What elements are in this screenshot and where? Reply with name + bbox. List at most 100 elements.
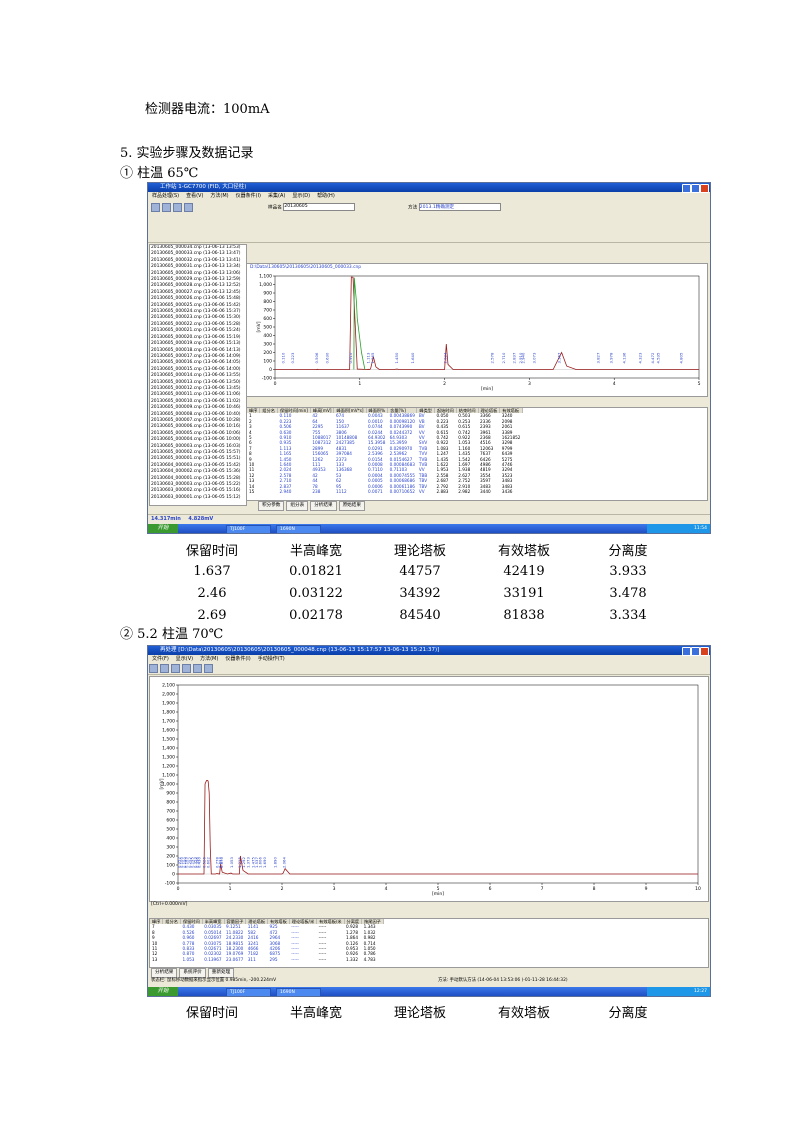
table-row[interactable]: 13 1.053 0.13967 23.0677 311 295 ----- ----- 1.3…	[150, 957, 383, 962]
peak-label: 3.367	[557, 352, 562, 363]
system-eval-table: 峰序 组分名 保留时间 半高峰宽 容量因子 理论塔板 有效塔板 理论塔板/米 有效塔板/米 分离度…	[149, 918, 709, 968]
tab-2[interactable]: 分析结果	[310, 501, 337, 511]
file-list-item[interactable]: 20130605_000023.cnp (13-06-06 15:30)	[151, 315, 246, 321]
y-tick-label: 1,900	[162, 701, 175, 707]
file-list-item[interactable]: 20130605_000004.cnp (13-06-06 10:00)	[151, 437, 246, 443]
peak-label: 4.136	[622, 352, 627, 363]
minimize-icon[interactable]	[682, 184, 691, 193]
x-tick-label: 1	[229, 886, 232, 892]
table-cell: 24.2330	[226, 935, 244, 941]
tab-3[interactable]: 原始结果	[338, 501, 365, 511]
file-list-item[interactable]: 20130605_000016.cnp (13-06-06 14:05)	[151, 360, 246, 366]
save-icon[interactable]	[162, 203, 171, 212]
screenshot-1: 工作站 1-GC7700 (FID, 大口径柱) 样品处理(S) 查看(V) 方法(…	[147, 182, 711, 534]
menu-item-0[interactable]: 样品处理(S)	[152, 193, 179, 199]
summary-cell: 33191	[503, 585, 545, 601]
results-table: 峰序 组分名 保留时间 半高峰宽 容量因子 理论塔板 有效塔板 理论塔板/米 有效塔板/米 分离度…	[150, 919, 384, 962]
tab-1[interactable]: 组分表	[286, 501, 309, 511]
peak-label: 1.890	[272, 857, 277, 868]
minimize-icon[interactable]	[682, 647, 691, 656]
method-label: 方法	[408, 205, 418, 211]
y-tick-label: 100	[263, 359, 272, 365]
menu-item-5[interactable]: 显示(D)	[292, 193, 310, 199]
y-tick-label: 2,100	[162, 683, 175, 689]
menu-item-4[interactable]: 采集(A)	[268, 193, 285, 199]
peak-label: 1.640	[410, 352, 415, 363]
table-cell: 4.783	[363, 956, 376, 962]
peak-label: 2.024	[443, 352, 448, 363]
chart-file-path: D:\Data\130605\20130605\20130605_000033.…	[250, 265, 362, 270]
save-icon[interactable]	[160, 664, 169, 673]
file-list-item[interactable]: 20130604_000002.cnp (13-06-05 15:36)	[151, 469, 246, 475]
file-list-item[interactable]: 20130605_000019.cnp (13-06-06 15:13)	[151, 341, 246, 347]
open-icon[interactable]	[149, 664, 158, 673]
start-button[interactable]: 开始	[148, 987, 178, 996]
y-tick-label: 1,300	[162, 755, 175, 761]
y-tick-label: 1,500	[162, 737, 175, 743]
print-icon[interactable]	[173, 203, 182, 212]
close-icon[interactable]	[700, 647, 709, 656]
file-list-item[interactable]: 20130605_000001.cnp (13-06-05 15:51)	[151, 456, 246, 462]
file-list-item[interactable]: 20130605_000013.cnp (13-06-06 13:50)	[151, 380, 246, 386]
table-cell: 23.0677	[226, 956, 244, 962]
menu-item-1[interactable]: 查看(V)	[186, 193, 203, 199]
settings-icon[interactable]	[184, 203, 193, 212]
menu-item-2[interactable]: 方法(M)	[210, 193, 228, 199]
menu-item-1[interactable]: 显示(V)	[176, 656, 193, 662]
menu-item-6[interactable]: 帮助(H)	[317, 193, 335, 199]
tab-0[interactable]: 积分参数	[258, 501, 285, 511]
open-icon[interactable]	[151, 203, 160, 212]
file-list-item[interactable]: 20130605_000026.cnp (13-06-06 15:48)	[151, 296, 246, 302]
file-list-item[interactable]: 20130605_000009.cnp (13-06-06 10:46)	[151, 405, 246, 411]
menu-item-4[interactable]: 手动操作(T)	[258, 656, 285, 662]
maximize-icon[interactable]	[691, 184, 700, 193]
y-tick-label: 1,400	[162, 746, 175, 752]
file-list-item[interactable]: 20130605_000031.cnp (13-06-13 13:34)	[151, 264, 246, 270]
column-header[interactable]: 组分名	[162, 919, 181, 925]
file-list-item[interactable]: 20130605_000018.cnp (13-06-06 14:13)	[151, 348, 246, 354]
redo-icon[interactable]	[204, 664, 213, 673]
x-tick-label: 9	[645, 886, 648, 892]
print-icon[interactable]	[171, 664, 180, 673]
table-cell: 1.332	[346, 956, 359, 962]
taskbar: 开始 TJ100F 1690N 11:54	[148, 524, 710, 533]
y-tick-label: 1,800	[162, 710, 175, 716]
method-field[interactable]: 2013.1精确测定	[418, 203, 501, 211]
peak-label: 3.073	[532, 352, 537, 363]
menu-item-3[interactable]: 仪器条件(I)	[236, 193, 261, 199]
taskbar-item-1690n[interactable]: 1690N	[276, 988, 321, 996]
file-list-item[interactable]: 20130605_000028.cnp (13-06-13 12:52)	[151, 283, 246, 289]
close-icon[interactable]	[700, 184, 709, 193]
taskbar-item-tj100f[interactable]: TJ100F	[226, 988, 271, 996]
screenshot-2: 再处理 [D:\Data\20130605\20130605\20130605_…	[147, 645, 711, 997]
file-list-item[interactable]: 20130603_000001.cnp (13-06-05 15:12)	[151, 495, 246, 501]
start-button[interactable]: 开始	[148, 524, 178, 533]
menu-item-2[interactable]: 方法(M)	[200, 656, 218, 662]
file-list-item[interactable]: 20130605_000006.cnp (13-06-06 10:16)	[151, 424, 246, 430]
file-list-item[interactable]: 20130605_000011.cnp (13-06-06 11:06)	[151, 392, 246, 398]
maximize-icon[interactable]	[691, 647, 700, 656]
x-tick-label: 10	[695, 886, 701, 892]
summary-cell: 0.02178	[289, 607, 343, 623]
results-table: 峰序 组分名 保留时间[min] 峰高[mV] 峰面积[mV*s] 峰面积% 含量[%] 峰类…	[247, 408, 523, 495]
zoom-icon[interactable]	[182, 664, 191, 673]
menu-item-0[interactable]: 文件(F)	[152, 656, 169, 662]
file-list-item[interactable]: 20130605_000014.cnp (13-06-06 13:55)	[151, 373, 246, 379]
table-cell: 2.982	[458, 489, 471, 495]
file-list-item[interactable]: 20130605_000021.cnp (13-06-06 15:24)	[151, 328, 246, 334]
menu-item-3[interactable]: 仪器条件(I)	[225, 656, 250, 662]
taskbar-item-1690n[interactable]: 1690N	[276, 525, 321, 533]
x-tick-label: 0	[177, 886, 180, 892]
file-list-item[interactable]: 20130605_000033.cnp (13-06-13 13:47)	[151, 251, 246, 257]
sample-name-field[interactable]: 20130605	[283, 203, 356, 211]
y-tick-label: 300	[263, 342, 272, 348]
result-tabs: 积分参数 组分表 分析结果 原始结果	[258, 501, 367, 511]
peak-label: 4.323	[638, 352, 643, 363]
peak-label: 1.690	[262, 857, 267, 868]
column-header[interactable]: 组分名	[259, 408, 278, 414]
undo-icon[interactable]	[193, 664, 202, 673]
taskbar-item-tj100f[interactable]: TJ100F	[226, 525, 271, 533]
file-list-item[interactable]: 20130603_000002.cnp (13-06-05 15:16)	[151, 488, 246, 494]
table-row[interactable]: 15 2.940 238 1112 0.0071 0.00710652 VV 2.883 2.9…	[247, 489, 522, 494]
system-tray-clock: 11:54	[647, 524, 710, 533]
